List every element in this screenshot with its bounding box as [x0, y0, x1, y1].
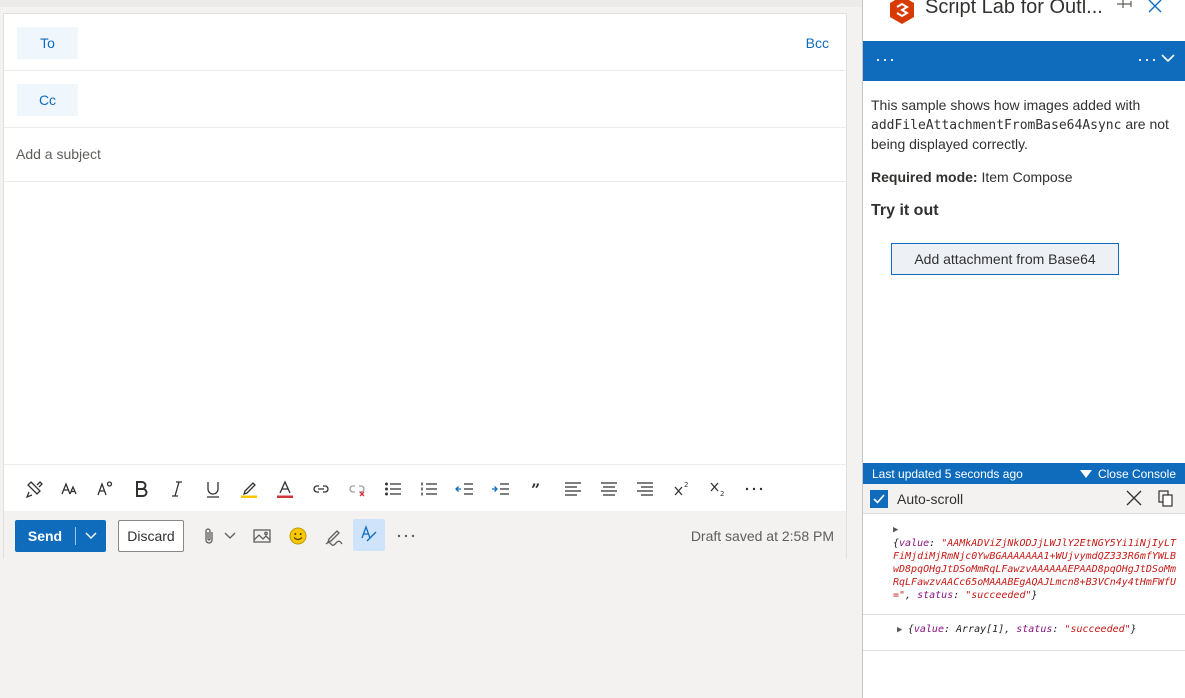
link-icon[interactable] [309, 477, 333, 501]
decrease-indent-icon[interactable] [453, 477, 477, 501]
triangle-down-icon [1079, 470, 1092, 478]
bcc-link[interactable]: Bcc [806, 35, 829, 51]
log-key: status [1016, 624, 1053, 635]
send-button[interactable]: Send [15, 520, 106, 552]
font-size-icon[interactable] [58, 477, 82, 501]
italic-icon[interactable] [165, 477, 189, 501]
close-console-button[interactable]: Close Console [1079, 467, 1176, 481]
description-prefix: This sample shows how images added with [871, 97, 1141, 113]
console-header: Last updated 5 seconds ago Close Console [863, 463, 1185, 484]
try-it-out-heading: Try it out [871, 202, 939, 219]
console-log: ▶ {value: "AAMkADViZjNkODJjLWJlY2EtNGY5Y… [863, 514, 1185, 651]
send-options-chevron-icon[interactable] [76, 532, 106, 540]
formatting-toolbar: ” 2 2 [4, 464, 846, 511]
editor-button[interactable] [353, 519, 385, 551]
top-strip [0, 0, 862, 7]
menu-ellipsis-icon[interactable]: ··· [875, 49, 896, 70]
increase-indent-icon[interactable] [489, 477, 513, 501]
action-bar: Send Discard Draft saved at 2:58 PM [4, 511, 846, 559]
log-entry: ▶ {value: Array[1], status: "succeeded"} [863, 615, 1185, 651]
discard-button[interactable]: Discard [118, 520, 184, 552]
last-updated-text: Last updated 5 seconds ago [872, 467, 1023, 481]
unlink-icon[interactable] [345, 477, 369, 501]
to-button[interactable]: To [17, 27, 78, 59]
send-label[interactable]: Send [15, 528, 75, 544]
addin-content: This sample shows how images added with … [871, 96, 1176, 220]
numbering-icon[interactable] [417, 477, 441, 501]
cc-button[interactable]: Cc [17, 84, 78, 116]
expand-triangle-icon[interactable]: ▶ [897, 625, 908, 635]
subject-input[interactable]: Add a subject [16, 146, 101, 162]
close-console-label: Close Console [1097, 467, 1176, 481]
close-icon[interactable] [1147, 0, 1163, 14]
autoscroll-label: Auto-scroll [897, 491, 964, 507]
signature-icon[interactable] [322, 524, 346, 548]
log-key: value [913, 624, 944, 635]
bold-icon[interactable] [129, 477, 153, 501]
addin-pane: Script Lab for Outl... ··· ··· This samp… [862, 0, 1185, 698]
underline-icon[interactable] [201, 477, 225, 501]
editor-icon [359, 523, 379, 548]
more-options-icon[interactable] [742, 477, 766, 501]
pin-icon[interactable] [1115, 0, 1133, 14]
clear-console-icon[interactable] [1126, 490, 1142, 506]
message-body[interactable] [4, 182, 846, 464]
required-mode: Required mode: Item Compose [871, 168, 1176, 187]
svg-text:2: 2 [720, 490, 724, 498]
checkmark-icon [873, 494, 885, 504]
log-status: "succeeded" [1064, 624, 1131, 635]
sample-description: This sample shows how images added with … [871, 96, 1176, 154]
font-color-icon[interactable] [273, 477, 297, 501]
add-attachment-button[interactable]: Add attachment from Base64 [891, 243, 1119, 275]
log-key: status [917, 590, 954, 601]
required-mode-label: Required mode: [871, 169, 978, 185]
svg-text:”: ” [531, 480, 540, 499]
text-effects-icon[interactable] [93, 477, 117, 501]
subject-row: Add a subject [4, 128, 846, 182]
autoscroll-checkbox[interactable] [870, 490, 888, 508]
log-entry: ▶ {value: "AAMkADViZjNkODJjLWJlY2EtNGY5Y… [863, 514, 1185, 615]
quote-icon[interactable]: ” [525, 477, 549, 501]
svg-text:2: 2 [684, 481, 688, 489]
addin-title: Script Lab for Outl... [925, 0, 1103, 18]
compose-pane: To Bcc Cc Add a subject ” 2 2 Send Disca… [3, 13, 847, 559]
format-painter-icon[interactable] [23, 477, 47, 501]
subscript-icon[interactable]: 2 [706, 477, 730, 501]
addin-command-bar: ··· ··· [863, 41, 1185, 81]
emoji-icon[interactable] [286, 524, 310, 548]
insert-picture-icon[interactable] [250, 524, 274, 548]
addin-titlebar: Script Lab for Outl... [863, 0, 1185, 41]
more-ellipsis-icon[interactable]: ··· [1137, 49, 1158, 70]
script-lab-logo-icon [890, 0, 914, 24]
log-value: Array[1] [956, 624, 1005, 635]
to-row: To Bcc [4, 14, 846, 71]
bullets-icon[interactable] [381, 477, 405, 501]
log-key: value [899, 538, 930, 549]
cc-row: Cc [4, 71, 846, 128]
more-actions-icon[interactable] [394, 524, 418, 548]
draft-status: Draft saved at 2:58 PM [690, 528, 834, 544]
required-mode-value: Item Compose [981, 169, 1073, 185]
log-status: "succeeded" [965, 590, 1032, 601]
superscript-icon[interactable]: 2 [670, 477, 694, 501]
align-left-icon[interactable] [561, 477, 585, 501]
log-entry-text: {value: "AAMkADViZjNkODJjLWJlY2EtNGY5Yi1… [893, 538, 1176, 601]
expand-triangle-icon[interactable]: ▶ [893, 524, 1178, 537]
highlight-icon[interactable] [237, 477, 261, 501]
description-code: addFileAttachmentFromBase64Async [871, 118, 1122, 133]
copy-icon[interactable] [1158, 490, 1174, 508]
align-right-icon[interactable] [633, 477, 657, 501]
chevron-down-icon[interactable] [1161, 54, 1175, 63]
attach-chevron-down-icon[interactable] [218, 524, 242, 548]
console-toolbar: Auto-scroll [863, 484, 1185, 514]
align-center-icon[interactable] [597, 477, 621, 501]
